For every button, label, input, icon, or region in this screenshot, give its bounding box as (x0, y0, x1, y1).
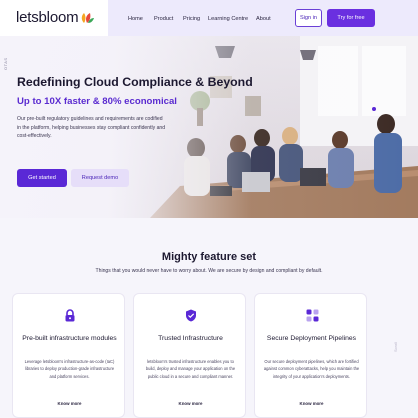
features-title: Mighty feature set (161, 251, 257, 263)
site-header: letsbloom Home Product Pricing Learning … (0, 0, 418, 36)
feature-card-title: Secure Deployment Pipelines (266, 335, 357, 342)
shield-check-icon (184, 308, 198, 322)
feature-card-title: Pre-built infrastructure modules (22, 335, 117, 342)
bloom-leaf-icon (82, 12, 95, 23)
feature-card-trusted-infrastructure: Trusted Infrastructure letsbloom's trust… (133, 293, 246, 418)
request-demo-button[interactable]: Request demo (71, 169, 129, 187)
feature-card-title: Trusted Infrastructure (158, 335, 223, 342)
feature-card-secure-pipelines: Secure Deployment Pipelines Our secure d… (254, 293, 367, 418)
nav-pricing[interactable]: Pricing (183, 16, 200, 22)
brand-logo[interactable]: letsbloom (16, 9, 95, 26)
features-subtitle: Things that you would never have to worr… (95, 268, 323, 274)
nav-product[interactable]: Product (154, 16, 173, 22)
lock-icon (63, 308, 77, 322)
know-more-link[interactable]: Know more (134, 401, 247, 406)
features-section: Mighty feature set Things that you would… (0, 218, 418, 418)
feature-card-description: letsbloom's trusted infrastructure enabl… (145, 359, 236, 379)
nav-learning-centre[interactable]: Learning Centre (208, 16, 248, 22)
know-more-link[interactable]: Know more (255, 401, 368, 406)
get-started-button[interactable]: Get started (17, 169, 67, 187)
sign-in-button[interactable]: Sign in (295, 9, 322, 27)
carousel-indicator-dot[interactable] (372, 107, 376, 111)
hero-section: Redefining Cloud Compliance & Beyond Up … (0, 36, 418, 218)
feature-card-description: Leverage letsbloom's infrastructure-as-c… (24, 359, 115, 379)
pipeline-icon (305, 308, 319, 322)
try-for-free-button[interactable]: Try for free (327, 9, 375, 27)
hero-description: Our pre-built regulatory guidelines and … (17, 116, 166, 140)
side-vertical-label: OTAS (3, 57, 8, 70)
nav-home[interactable]: Home (128, 16, 143, 22)
feature-card-prebuilt-modules: Pre-built infrastructure modules Leverag… (12, 293, 125, 418)
brand-name: letsbloom (16, 9, 79, 26)
hero-subtitle: Up to 10X faster & 80% economical (17, 96, 177, 107)
scroll-hint-label: Scroll (393, 341, 398, 352)
hero-title: Redefining Cloud Compliance & Beyond (17, 75, 253, 89)
know-more-link[interactable]: Know more (13, 401, 126, 406)
feature-card-description: Our secure deployment pipelines, which a… (263, 359, 360, 379)
nav-about[interactable]: About (256, 16, 271, 22)
